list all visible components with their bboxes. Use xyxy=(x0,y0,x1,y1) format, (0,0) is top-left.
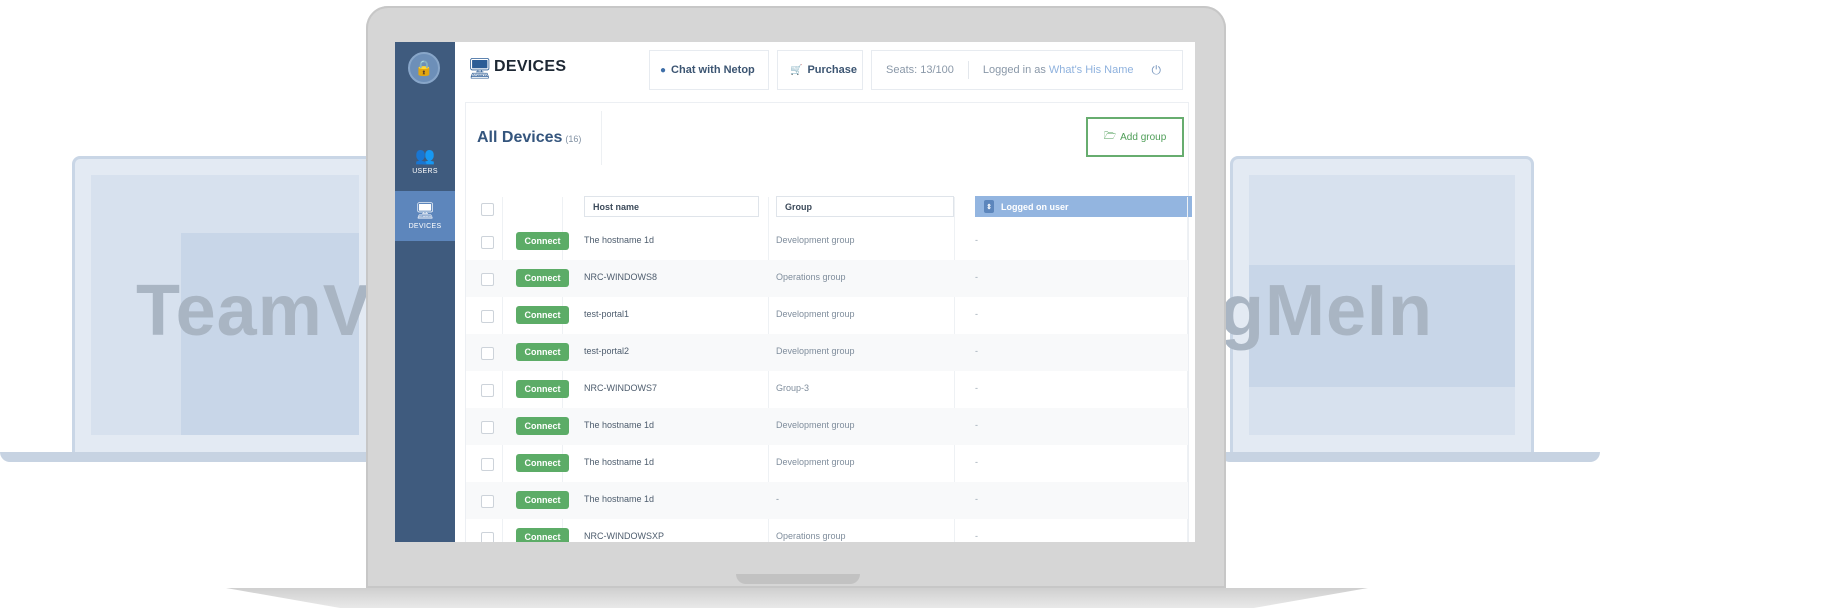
background-brand-left: TeamVi xyxy=(136,271,392,351)
list-title-text: All Devices xyxy=(477,129,563,146)
row-checkbox[interactable] xyxy=(481,273,494,286)
row-checkbox[interactable] xyxy=(481,458,494,471)
logged-user-cell: - xyxy=(975,309,978,319)
sidebar-item-users[interactable]: 👥 USERS xyxy=(395,136,455,186)
laptop-notch xyxy=(736,574,860,584)
laptop-base xyxy=(226,588,1368,608)
group-cell: Development group xyxy=(776,309,855,319)
cart-icon: 🛒 xyxy=(790,64,803,76)
logged-user-cell: - xyxy=(975,420,978,430)
column-header-label: Group xyxy=(785,201,812,212)
table-row[interactable]: Connect NRC-WINDOWS8 Operations group - xyxy=(466,260,1188,297)
column-header-host[interactable]: Host name xyxy=(584,196,759,217)
add-group-label: Add group xyxy=(1120,131,1167,143)
chat-button[interactable]: ● Chat with Netop xyxy=(649,50,769,90)
devices-monitor-icon: 🖥 xyxy=(467,58,493,80)
divider xyxy=(967,61,969,79)
row-checkbox[interactable] xyxy=(481,495,494,508)
logged-user-cell: - xyxy=(975,235,978,245)
connect-button[interactable]: Connect xyxy=(516,269,569,287)
users-icon: 👥 xyxy=(415,147,435,165)
account-info: Seats: 13/100 Logged in as What's His Na… xyxy=(871,50,1183,90)
group-cell: Development group xyxy=(776,235,855,245)
purchase-button[interactable]: 🛒 Purchase xyxy=(777,50,863,90)
power-icon[interactable]: ⏻ xyxy=(1152,63,1162,78)
group-cell: Operations group xyxy=(776,531,846,541)
connect-button[interactable]: Connect xyxy=(516,417,569,435)
host-name-cell: test-portal1 xyxy=(584,309,630,319)
row-checkbox[interactable] xyxy=(481,310,494,323)
logged-in-prefix: Logged in as xyxy=(982,64,1046,76)
logged-user-cell: - xyxy=(975,531,978,541)
group-cell: Group-3 xyxy=(776,383,810,393)
lock-logo-icon[interactable]: 🔒 xyxy=(408,52,440,84)
select-all-checkbox[interactable] xyxy=(481,203,494,216)
row-checkbox[interactable] xyxy=(481,236,494,249)
group-cell: Development group xyxy=(776,457,855,467)
group-cell: Development group xyxy=(776,346,855,356)
device-count: (16) xyxy=(565,134,582,144)
connect-button[interactable]: Connect xyxy=(516,491,569,509)
chat-bubble-icon: ● xyxy=(660,64,667,76)
devices-card: All Devices (16) 🗁 Add group Host name Gr… xyxy=(465,102,1192,542)
logged-user-cell: - xyxy=(975,272,978,282)
host-name-cell: The hostname 1d xyxy=(584,457,655,467)
logged-user-cell: - xyxy=(975,383,978,393)
connect-button[interactable]: Connect xyxy=(516,380,569,398)
column-header-label: Logged on user xyxy=(1001,201,1069,212)
host-name-cell: The hostname 1d xyxy=(584,494,655,504)
host-name-cell: NRC-WINDOWS8 xyxy=(584,272,657,282)
sidebar-item-devices[interactable]: 🖥 DEVICES xyxy=(395,191,455,241)
table-row[interactable]: Connect The hostname 1d Development group - xyxy=(466,445,1188,482)
row-checkbox[interactable] xyxy=(481,421,494,434)
add-group-button[interactable]: 🗁 Add group xyxy=(1086,117,1184,157)
table-row[interactable]: Connect The hostname 1d Development group - xyxy=(466,223,1188,260)
host-name-cell: The hostname 1d xyxy=(584,420,655,430)
group-cell: Operations group xyxy=(776,272,846,282)
list-title: All Devices (16) xyxy=(477,129,581,147)
sidebar: 🔒 👥 USERS 🖥 DEVICES xyxy=(395,42,455,542)
column-header-logged-user[interactable]: ⇕ Logged on user xyxy=(975,196,1192,217)
logged-user-cell: - xyxy=(975,457,978,467)
connect-button[interactable]: Connect xyxy=(516,232,569,250)
divider xyxy=(601,111,602,165)
purchase-label: Purchase xyxy=(807,64,857,76)
background-brand-right: gMeIn xyxy=(1220,271,1433,351)
monitor-icon: 🖥 xyxy=(414,202,436,220)
connect-button[interactable]: Connect xyxy=(516,343,569,361)
row-checkbox[interactable] xyxy=(481,347,494,360)
seats-count: Seats: 13/100 xyxy=(886,64,954,76)
sidebar-item-label: USERS xyxy=(412,167,438,175)
page-title: DEVICES xyxy=(494,58,567,75)
app-screen: 🔒 👥 USERS 🖥 DEVICES 🖥 DEVICES ● Chat wit… xyxy=(395,42,1195,542)
user-name-link[interactable]: What's His Name xyxy=(1049,64,1134,76)
chat-label: Chat with Netop xyxy=(671,64,755,76)
table-row[interactable]: Connect NRC-WINDOWS7 Group-3 - xyxy=(466,371,1188,408)
connect-button[interactable]: Connect xyxy=(516,454,569,472)
host-name-cell: NRC-WINDOWS7 xyxy=(584,383,657,393)
row-checkbox[interactable] xyxy=(481,384,494,397)
sidebar-item-label: DEVICES xyxy=(408,222,442,230)
background-laptop-left-base xyxy=(0,452,380,462)
folder-icon: 🗁 xyxy=(1103,130,1117,142)
table-row[interactable]: Connect NRC-WINDOWSXP Operations group - xyxy=(466,519,1188,542)
table-row[interactable]: Connect test-portal1 Development group - xyxy=(466,297,1188,334)
connect-button[interactable]: Connect xyxy=(516,528,569,542)
group-cell: - xyxy=(776,494,779,504)
background-laptop-right-base xyxy=(1220,452,1600,462)
row-checkbox[interactable] xyxy=(481,532,494,542)
table-row[interactable]: Connect The hostname 1d - - xyxy=(466,482,1188,519)
connect-button[interactable]: Connect xyxy=(516,306,569,324)
table-row[interactable]: Connect The hostname 1d Development group - xyxy=(466,408,1188,445)
host-name-cell: test-portal2 xyxy=(584,346,630,356)
table-row[interactable]: Connect test-portal2 Development group - xyxy=(466,334,1188,371)
host-name-cell: The hostname 1d xyxy=(584,235,655,245)
sort-icon[interactable]: ⇕ xyxy=(984,200,994,213)
column-header-label: Host name xyxy=(593,201,640,212)
host-name-cell: NRC-WINDOWSXP xyxy=(584,531,664,541)
column-header-group[interactable]: Group xyxy=(776,196,954,217)
group-cell: Development group xyxy=(776,420,855,430)
logged-user-cell: - xyxy=(975,346,978,356)
logged-user-cell: - xyxy=(975,494,978,504)
